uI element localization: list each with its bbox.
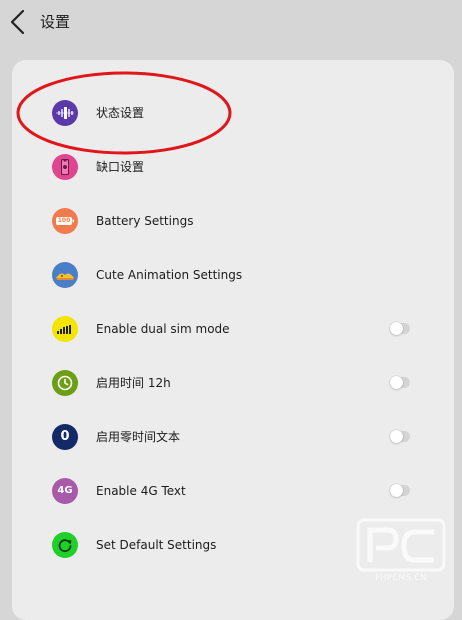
settings-item-label: Set Default Settings [96,538,217,552]
time-12h-toggle[interactable] [390,376,410,389]
chevron-left-icon [10,9,25,35]
settings-item-time-12h[interactable]: 启用时间 12h [12,358,454,408]
settings-item-label: 缺口设置 [96,160,145,174]
battery-level-text: 100 [57,217,71,224]
battery-icon: 100 [52,208,78,234]
settings-item-4g-text[interactable]: 4G Enable 4G Text [12,466,454,516]
toggle-knob [390,376,403,389]
status-settings-icon [52,100,78,126]
4g-icon-text: 4G [57,485,73,496]
toggle-knob [390,484,403,497]
settings-item-animation[interactable]: Cute Animation Settings [12,250,454,300]
settings-item-label: 启用零时间文本 [96,430,181,444]
zero-icon: 0 [52,424,78,450]
toggle-knob [390,430,403,443]
settings-item-notch[interactable]: 缺口设置 [12,142,454,192]
zero-time-text-toggle[interactable] [390,430,410,443]
4g-icon: 4G [52,478,78,504]
settings-item-label: Enable 4G Text [96,484,186,498]
animation-icon [52,262,78,288]
settings-item-battery[interactable]: 100 Battery Settings [12,196,454,246]
settings-item-set-default[interactable]: Set Default Settings [12,520,454,570]
settings-list: 状态设置 缺口设置 100 Battery Settings Cute Anim… [12,60,454,620]
reset-icon [52,532,78,558]
signal-bars-icon [52,316,78,342]
settings-item-label: 启用时间 12h [96,376,171,390]
header: 设置 [0,0,462,46]
back-button[interactable] [4,6,32,38]
settings-item-zero-time-text[interactable]: 0 启用零时间文本 [12,412,454,462]
notch-settings-icon [52,154,78,180]
settings-item-label: Cute Animation Settings [96,268,243,282]
toggle-knob [390,322,403,335]
settings-item-status[interactable]: 状态设置 [12,88,454,138]
settings-item-label: Enable dual sim mode [96,322,230,336]
settings-item-label: 状态设置 [96,106,145,120]
4g-text-toggle[interactable] [390,484,410,497]
settings-item-dual-sim[interactable]: Enable dual sim mode [12,304,454,354]
settings-item-label: Battery Settings [96,214,194,228]
dual-sim-toggle[interactable] [390,322,410,335]
zero-icon-text: 0 [60,429,70,444]
clock-icon [52,370,78,396]
page-title: 设置 [40,13,71,31]
